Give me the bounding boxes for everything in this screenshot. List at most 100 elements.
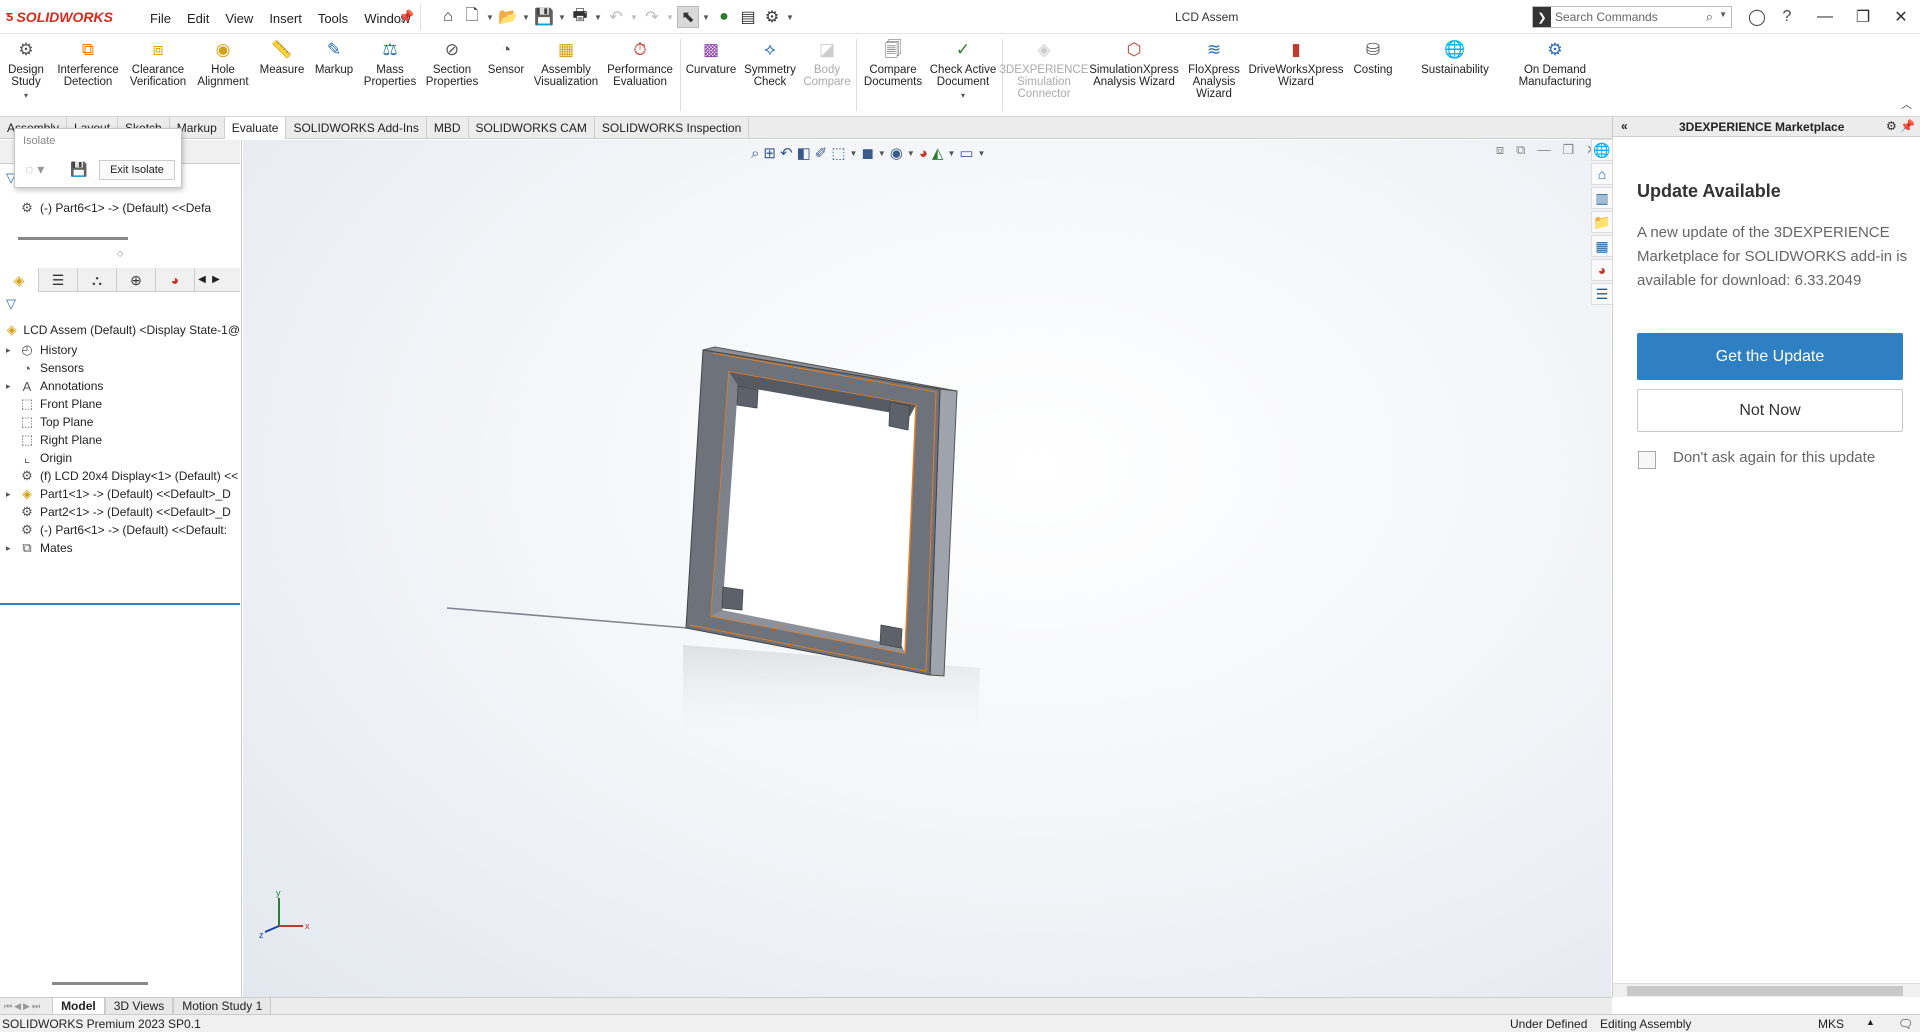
sustainability-button[interactable]: 🌐 Sustainability (1414, 39, 1496, 76)
compare-documents-button[interactable]: 🗐 Compare Documents (862, 39, 924, 88)
tree-item[interactable]: ▸ ◴ History (0, 340, 240, 360)
tree-item[interactable]: ⬚ Right Plane (0, 430, 240, 450)
expand-arrow-icon[interactable]: ▸ (6, 345, 18, 356)
tree-hscrollbar[interactable] (52, 982, 148, 985)
upper-hscrollbar[interactable] (18, 237, 128, 240)
design-study-dropdown-icon[interactable]: ▾ (24, 90, 28, 102)
splitter-handle-icon[interactable]: ◇ (117, 249, 123, 258)
tree-item[interactable]: ⬚ Front Plane (0, 394, 240, 414)
expand-arrow-icon[interactable]: ▸ (6, 489, 18, 500)
next-tab-icon[interactable]: ▶ (23, 1001, 30, 1012)
unit-system[interactable]: MKS (1818, 1017, 1844, 1031)
user-account-icon[interactable]: ◯ (1742, 6, 1772, 28)
symmetry-check-button[interactable]: ⟡ Symmetry Check (742, 39, 798, 88)
featuremanager-tab-icon[interactable]: ◈ (0, 268, 39, 292)
collapse-pane-icon[interactable]: « (1621, 119, 1628, 133)
model-render[interactable] (243, 140, 1611, 997)
tab-mbd[interactable]: MBD (427, 117, 469, 139)
costing-button[interactable]: ⛁ Costing (1350, 39, 1396, 76)
menu-tools[interactable]: Tools (310, 9, 356, 28)
close-icon[interactable]: ✕ (1882, 0, 1920, 34)
tab-solidworks-cam[interactable]: SOLIDWORKS CAM (469, 117, 595, 139)
tab-prev-icon[interactable]: ◀ (195, 268, 209, 291)
save-dropdown-icon[interactable]: ▼ (557, 13, 567, 22)
search-icon[interactable]: ⌕ (1706, 9, 1713, 25)
traffic-light-icon[interactable]: ● (713, 6, 735, 28)
check-doc-dropdown-icon[interactable]: ▾ (961, 90, 965, 102)
pane-settings-icon[interactable]: ⚙ 📌 (1886, 119, 1915, 133)
tree-item[interactable]: ⬚ Top Plane (0, 412, 240, 432)
search-dropdown-icon[interactable]: ▼ (1719, 10, 1727, 19)
tree-item[interactable]: ⚙ Part2<1> -> (Default) <<Default>_D (0, 502, 240, 522)
scroll-thumb[interactable] (1627, 986, 1903, 996)
design-study-button[interactable]: ⚙ Design Study ▾ (8, 39, 44, 102)
print-dropdown-icon[interactable]: ▼ (593, 13, 603, 22)
collapse-ribbon-icon[interactable]: ︿ (1901, 96, 1912, 112)
task-pane-hscrollbar[interactable] (1613, 983, 1920, 997)
dont-ask-checkbox[interactable] (1638, 451, 1656, 469)
curvature-button[interactable]: ▩ Curvature (686, 39, 737, 76)
redo-icon[interactable]: ↷ (641, 6, 663, 28)
dimxpertmanager-tab-icon[interactable]: ⊕ (117, 268, 156, 292)
tree-item[interactable]: ▸ ⧉ Mates (0, 538, 240, 558)
get-update-button[interactable]: Get the Update (1637, 333, 1903, 380)
expand-arrow-icon[interactable]: ▸ (6, 381, 18, 392)
body-compare-button[interactable]: ◪ Body Compare (802, 39, 852, 88)
tree-root[interactable]: ◈ LCD Assem (Default) <Display State-1@ (0, 320, 240, 340)
tree-item[interactable]: ▸ A Annotations (0, 376, 240, 396)
tab-solidworks-addins[interactable]: SOLIDWORKS Add-Ins (286, 117, 427, 139)
expand-arrow-icon[interactable]: ▸ (6, 543, 18, 554)
file-explorer-icon[interactable]: 📁 (1591, 211, 1613, 233)
section-properties-button[interactable]: ⊘ Section Properties (424, 39, 480, 88)
first-tab-icon[interactable]: ⏮ (4, 1001, 12, 1012)
tab-evaluate[interactable]: Evaluate (224, 117, 287, 139)
propertymanager-tab-icon[interactable]: ☰ (39, 268, 78, 292)
print-icon[interactable]: 🖶 (569, 6, 591, 28)
custom-properties-icon[interactable]: ☰ (1591, 283, 1613, 305)
measure-button[interactable]: 📏 Measure (258, 39, 306, 76)
tree-filter-icon[interactable]: ▽ (6, 296, 16, 312)
help-icon[interactable]: ? (1772, 6, 1802, 28)
redo-dropdown-icon[interactable]: ▼ (665, 13, 675, 22)
sensor-button[interactable]: ◔ Sensor (486, 39, 526, 76)
menu-view[interactable]: View (217, 9, 261, 28)
select-pointer-icon[interactable]: ⬉ (677, 6, 699, 28)
check-active-document-button[interactable]: ✓ Check Active Document ▾ (928, 39, 998, 102)
hole-alignment-button[interactable]: ◉ Hole Alignment (194, 39, 252, 88)
configurationmanager-tab-icon[interactable]: ⛬ (78, 268, 117, 292)
search-commands[interactable]: ❯ Search Commands ⌕ ▼ (1532, 6, 1732, 28)
undo-dropdown-icon[interactable]: ▼ (629, 13, 639, 22)
tab-3d-views[interactable]: 3D Views (104, 997, 174, 1015)
interference-detection-button[interactable]: ⧉ Interference Detection (54, 39, 122, 88)
design-library-icon[interactable]: ▥ (1591, 187, 1613, 209)
home-icon[interactable]: ⌂ (437, 6, 459, 28)
performance-evaluation-button[interactable]: ⏱ Performance Evaluation (606, 39, 674, 88)
menu-edit[interactable]: Edit (179, 9, 217, 28)
open-icon[interactable]: 📂 (497, 6, 519, 28)
tab-model[interactable]: Model (52, 997, 105, 1015)
upper-tree-row[interactable]: ⚙ (-) Part6<1> -> (Default) <<Defa (0, 198, 240, 218)
last-tab-icon[interactable]: ⏭ (32, 1001, 40, 1012)
unit-system-dropdown-icon[interactable]: ▲ (1866, 1017, 1875, 1027)
solidworks-resources-icon[interactable]: ⌂ (1591, 163, 1613, 185)
prev-tab-icon[interactable]: ◀ (14, 1001, 21, 1012)
graphics-area[interactable]: ⌕ ⊞ ↶ ◧ ✐ ⬚▼ ◼▼ ◉▼ ◕ ◭▼ ▭▼ ⧈ ⧉ — ❐ ✕ (243, 140, 1611, 997)
view-palette-icon[interactable]: ▦ (1591, 235, 1613, 257)
save-display-state-icon[interactable]: 💾 (70, 161, 87, 178)
tab-motion-study-1[interactable]: Motion Study 1 (173, 997, 272, 1015)
rebuild-status-icon[interactable]: 🗨 (1898, 1017, 1913, 1031)
tree-item[interactable]: ⚙ (f) LCD 20x4 Display<1> (Default) << (0, 466, 240, 486)
rollback-bar[interactable] (0, 603, 240, 605)
tab-solidworks-inspection[interactable]: SOLIDWORKS Inspection (595, 117, 750, 139)
tree-item[interactable]: ◔ Sensors (0, 358, 240, 378)
options-dropdown-icon[interactable]: ▼ (785, 13, 795, 22)
menu-file[interactable]: File (142, 9, 179, 28)
restore-icon[interactable]: ❐ (1844, 0, 1882, 34)
display-style-icon[interactable]: ◌ ▾ (25, 161, 44, 178)
file-properties-icon[interactable]: ▤ (737, 6, 759, 28)
menu-insert[interactable]: Insert (261, 9, 310, 28)
new-document-icon[interactable]: 🗋 (461, 6, 483, 28)
save-icon[interactable]: 💾 (533, 6, 555, 28)
tree-item[interactable]: ⚙ (-) Part6<1> -> (Default) <<Default: (0, 520, 240, 540)
driveworksxpress-button[interactable]: ▮ DriveWorksXpress Wizard (1246, 39, 1346, 88)
